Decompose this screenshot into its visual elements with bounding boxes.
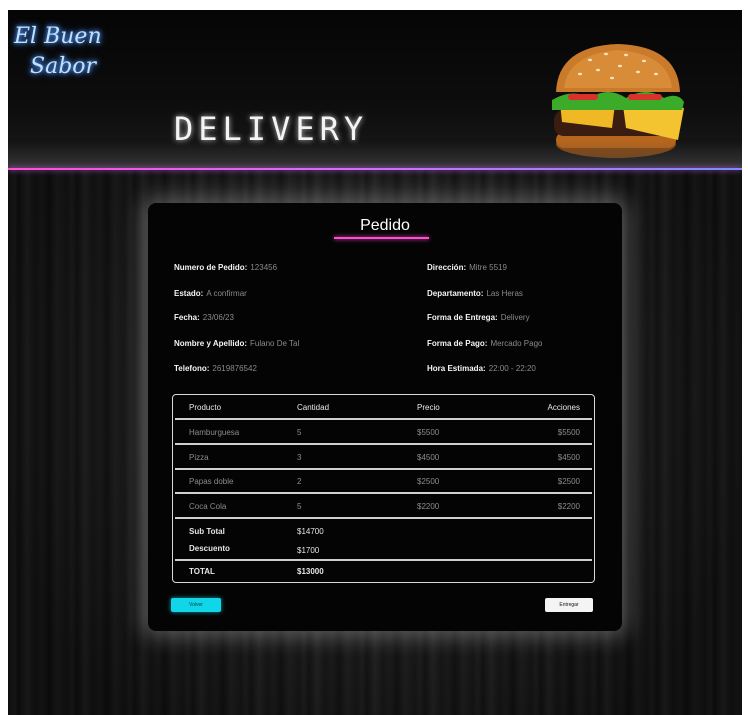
- header-precio: Precio: [417, 403, 440, 412]
- discount-label: Descuento: [189, 544, 230, 553]
- total-value: $13000: [297, 567, 324, 576]
- deliver-button[interactable]: Entregar: [545, 598, 593, 612]
- cell-quantity: 5: [297, 502, 302, 511]
- info-status: Estado: A confirmar: [174, 289, 247, 298]
- info-order-number: Numero de Pedido: 123456: [174, 263, 277, 272]
- logo-line-2: Sabor: [30, 54, 97, 79]
- cell-quantity: 5: [297, 428, 302, 437]
- name-value: Fulano De Tal: [250, 339, 300, 348]
- table-row: Hamburguesa 5 $5500 $5500: [173, 420, 594, 445]
- header-acciones: Acciones: [547, 403, 580, 412]
- subtotal-label: Sub Total: [189, 527, 225, 536]
- cell-product: Papas doble: [189, 477, 234, 486]
- page-frame: El Buen Sabor DELIVERY Pedido Numero de …: [8, 10, 742, 715]
- info-date: Fecha: 23/06/23: [174, 313, 234, 322]
- subtotal-value: $14700: [297, 527, 324, 536]
- info-phone: Telefono: 2619876542: [174, 364, 257, 373]
- cell-action[interactable]: $4500: [558, 453, 580, 462]
- order-number-value: 123456: [250, 263, 278, 272]
- info-address: Dirección: Mitre 5519: [427, 263, 507, 272]
- cell-price: $4500: [417, 453, 440, 462]
- date-value: 23/06/23: [202, 313, 234, 322]
- cell-quantity: 3: [297, 453, 302, 462]
- estimated-time-label: Hora Estimada:: [427, 364, 486, 373]
- table-row: Pizza 3 $4500 $4500: [173, 445, 594, 470]
- info-department: Departamento: Las Heras: [427, 289, 523, 298]
- date-label: Fecha:: [174, 313, 200, 322]
- cell-action[interactable]: $5500: [558, 428, 580, 437]
- cell-product: Coca Cola: [189, 502, 227, 511]
- phone-label: Telefono:: [174, 364, 210, 373]
- section-title: DELIVERY: [174, 110, 369, 148]
- department-value: Las Heras: [486, 289, 523, 298]
- name-label: Nombre y Apellido:: [174, 339, 248, 348]
- cell-product: Pizza: [189, 453, 209, 462]
- brand-logo[interactable]: El Buen Sabor: [14, 22, 114, 92]
- department-label: Departamento:: [427, 289, 484, 298]
- products-table: Producto Cantidad Precio Acciones Hambur…: [172, 394, 595, 583]
- header-cantidad: Cantidad: [297, 403, 330, 412]
- address-label: Dirección:: [427, 263, 467, 272]
- logo-line-1: El Buen: [14, 24, 102, 49]
- cell-price: $2500: [417, 477, 440, 486]
- back-button[interactable]: Volver: [171, 598, 221, 612]
- status-label: Estado:: [174, 289, 204, 298]
- estimated-time-value: 22:00 - 22:20: [488, 364, 536, 373]
- total-label: TOTAL: [189, 567, 215, 576]
- order-number-label: Numero de Pedido:: [174, 263, 248, 272]
- status-value: A confirmar: [206, 289, 247, 298]
- cell-price: $2200: [417, 502, 440, 511]
- table-header-row: Producto Cantidad Precio Acciones: [173, 395, 594, 420]
- cell-price: $5500: [417, 428, 440, 437]
- header-producto: Producto: [189, 403, 222, 412]
- phone-value: 2619876542: [212, 364, 257, 373]
- order-title: Pedido: [360, 217, 410, 234]
- info-delivery-method: Forma de Entrega: Delivery: [427, 313, 530, 322]
- payment-method-value: Mercado Pago: [490, 339, 543, 348]
- address-value: Mitre 5519: [469, 263, 507, 272]
- delivery-method-label: Forma de Entrega:: [427, 313, 498, 322]
- order-card: Pedido Numero de Pedido: 123456 Estado: A …: [148, 203, 622, 631]
- info-estimated-time: Hora Estimada: 22:00 - 22:20: [427, 364, 536, 373]
- cell-product: Hamburguesa: [189, 428, 240, 437]
- neon-divider: [8, 168, 742, 170]
- info-payment-method: Forma de Pago: Mercado Pago: [427, 339, 542, 348]
- cell-action[interactable]: $2200: [558, 502, 580, 511]
- table-divider: [175, 559, 592, 561]
- cell-action[interactable]: $2500: [558, 477, 580, 486]
- info-name: Nombre y Apellido: Fulano De Tal: [174, 339, 299, 348]
- table-divider: [175, 517, 592, 519]
- discount-value: $1700: [297, 546, 320, 555]
- header-banner: El Buen Sabor DELIVERY: [8, 10, 742, 168]
- table-row: Papas doble 2 $2500 $2500: [173, 469, 594, 494]
- delivery-method-value: Delivery: [500, 313, 530, 322]
- burger-image: [552, 44, 684, 158]
- cell-quantity: 2: [297, 477, 302, 486]
- title-underline: [334, 237, 429, 239]
- payment-method-label: Forma de Pago:: [427, 339, 488, 348]
- table-row: Coca Cola 5 $2200 $2200: [173, 494, 594, 519]
